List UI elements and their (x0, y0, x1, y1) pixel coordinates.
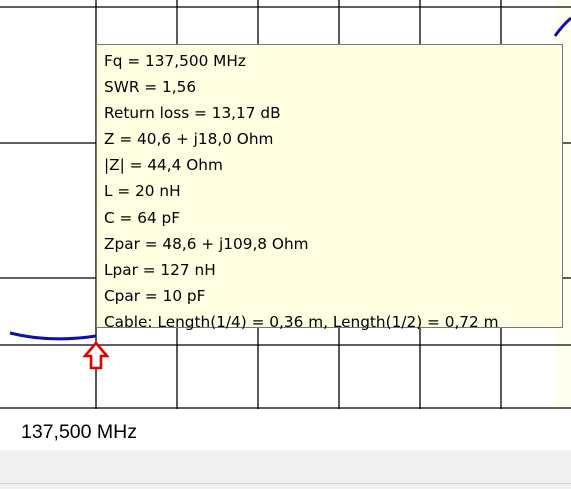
tooltip-frequency: Fq = 137,500 MHz (104, 52, 246, 70)
tooltip-parallel-capacitance: Cpar = 10 pF (104, 286, 206, 305)
tooltip-inductance: L = 20 nH (104, 182, 181, 201)
sweep-curve-left (9, 331, 97, 341)
tooltip-cable-length: Cable: Length(1/4) = 0,36 m, Length(1/2)… (104, 312, 499, 331)
tooltip-swr: SWR = 1,56 (104, 78, 197, 97)
tooltip-capacitance: C = 64 pF (104, 208, 181, 227)
tooltip-parallel-inductance: Lpar = 127 nH (104, 260, 216, 279)
tooltip-return-loss: Return loss = 13,17 dB (104, 104, 281, 123)
arrow-up-outline-icon[interactable] (82, 340, 110, 370)
plot-area[interactable]: Fq = 137,500 MHz SWR = 1,56 Return loss … (0, 0, 571, 409)
tooltip-impedance: Z = 40,6 + j18,0 Ohm (104, 130, 274, 149)
status-divider (0, 483, 571, 484)
tooltip-parallel-impedance: Zpar = 48,6 + j109,8 Ohm (104, 234, 309, 253)
frequency-readout: 137,500 MHz (21, 421, 137, 443)
tooltip-impedance-magnitude: |Z| = 44,4 Ohm (104, 156, 223, 175)
measurement-tooltip: Fq = 137,500 MHz SWR = 1,56 Return loss … (96, 44, 563, 331)
